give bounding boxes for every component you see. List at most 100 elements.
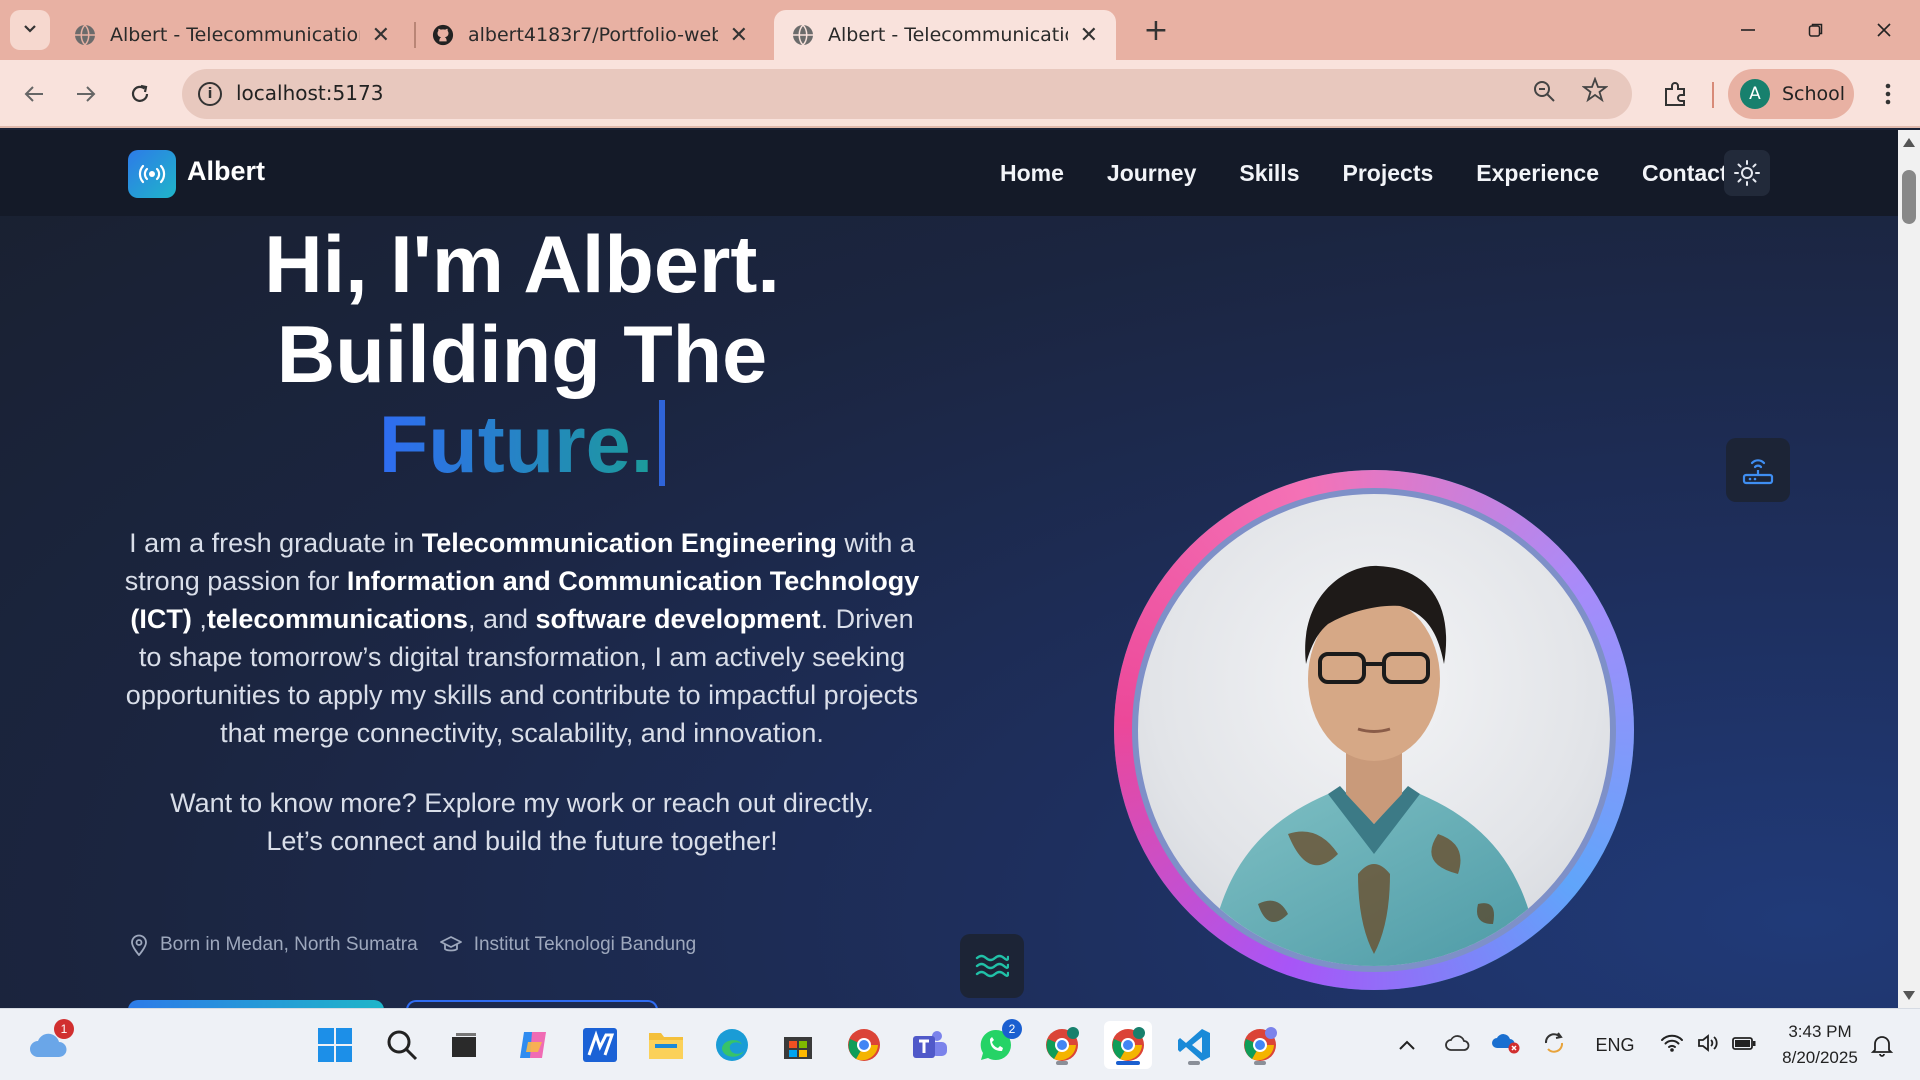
floating-router-button[interactable] <box>1726 438 1790 502</box>
chevron-up-icon[interactable] <box>1390 1035 1424 1056</box>
arrow-left-icon <box>24 86 43 102</box>
copilot-icon <box>520 1032 546 1058</box>
restore-button[interactable] <box>1786 10 1846 50</box>
teams-icon <box>913 1031 947 1058</box>
headline-line-3: Future. <box>110 400 934 490</box>
nav-projects[interactable]: Projects <box>1343 160 1434 187</box>
scroll-thumb[interactable] <box>1902 170 1916 224</box>
system-tray: ENG <box>1390 1009 1762 1080</box>
italic-m-app-icon <box>583 1028 617 1062</box>
microsoft-store-app[interactable] <box>774 1021 822 1069</box>
volume-icon[interactable] <box>1690 1033 1726 1058</box>
page-scrollbar[interactable] <box>1898 130 1920 1008</box>
tab-2[interactable]: albert4183r7/Portfolio-website ✕ <box>414 10 766 60</box>
language-indicator[interactable]: ENG <box>1586 1035 1644 1056</box>
close-icon <box>1877 23 1891 37</box>
cta-paragraph: Want to know more? Explore my work or re… <box>170 788 874 856</box>
minimize-button[interactable] <box>1718 10 1778 50</box>
tab-3-active[interactable]: Albert - Telecommunications Engineer ✕ <box>774 10 1116 60</box>
nav-experience[interactable]: Experience <box>1476 160 1599 187</box>
clock-date: 8/20/2025 <box>1782 1048 1858 1067</box>
running-indicator <box>1188 1061 1200 1065</box>
theme-toggle-button[interactable] <box>1724 150 1770 196</box>
task-view-icon <box>452 1033 476 1057</box>
close-window-button[interactable] <box>1854 10 1914 50</box>
tab-title: Albert - Telecommunications Engineer <box>110 24 360 46</box>
reload-button[interactable] <box>120 74 160 114</box>
floating-wave-button[interactable] <box>960 934 1024 998</box>
vscode-app[interactable] <box>1170 1021 1218 1069</box>
url-text[interactable]: localhost:5173 <box>236 81 383 105</box>
browser-menu-button[interactable] <box>1876 74 1900 114</box>
close-icon[interactable]: ✕ <box>1080 23 1098 48</box>
profile-button[interactable]: A School <box>1728 69 1854 119</box>
sun-icon <box>1734 160 1760 186</box>
chrome-profile-app-1[interactable] <box>1038 1021 1086 1069</box>
notification-badge: 1 <box>54 1019 74 1039</box>
weather-widget[interactable]: 1 <box>24 1019 74 1069</box>
birthplace-item: Born in Medan, North Sumatra <box>130 934 418 956</box>
wifi-icon[interactable] <box>1654 1033 1690 1058</box>
taskbar-search-button[interactable] <box>378 1021 426 1069</box>
primary-cta-button[interactable] <box>128 1000 384 1008</box>
broadcast-logo-icon[interactable] <box>128 150 176 198</box>
back-button[interactable] <box>14 74 54 114</box>
close-icon[interactable]: ✕ <box>730 23 748 48</box>
hero-meta: Born in Medan, North Sumatra Institut Te… <box>130 934 718 956</box>
site-info-icon[interactable]: i <box>198 82 222 106</box>
minimize-icon <box>1741 29 1755 31</box>
start-button[interactable] <box>311 1021 359 1069</box>
nav-skills[interactable]: Skills <box>1239 160 1299 187</box>
scroll-down-arrow[interactable] <box>1903 991 1915 1000</box>
chrome-profile-app-active[interactable] <box>1104 1021 1152 1069</box>
copilot-app[interactable] <box>510 1021 558 1069</box>
profile-photo-frame <box>1114 470 1634 990</box>
tab-search-button[interactable] <box>10 10 50 50</box>
intro-paragraph: I am a fresh graduate in Telecommunicati… <box>124 528 920 748</box>
nav-journey[interactable]: Journey <box>1107 160 1196 187</box>
task-view-button[interactable] <box>440 1021 488 1069</box>
avatar: A <box>1740 79 1770 109</box>
whatsapp-app[interactable]: 2 <box>972 1019 1022 1069</box>
nav-home[interactable]: Home <box>1000 160 1064 187</box>
toolbar-separator <box>1712 82 1714 108</box>
system-clock[interactable]: 3:43 PM 8/20/2025 <box>1770 1019 1870 1071</box>
nav-contact[interactable]: Contact <box>1642 160 1728 187</box>
forward-button[interactable] <box>66 74 106 114</box>
onedrive-icon[interactable] <box>1434 1034 1482 1057</box>
reload-icon <box>131 84 149 102</box>
app-mathpix[interactable] <box>576 1021 624 1069</box>
sync-icon[interactable] <box>1530 1030 1578 1061</box>
onedrive-error-icon[interactable] <box>1482 1032 1530 1059</box>
map-pin-icon <box>131 934 147 956</box>
extensions-button[interactable] <box>1655 74 1695 114</box>
birthplace-text: Born in Medan, North Sumatra <box>160 934 418 955</box>
tab-1[interactable]: Albert - Telecommunications Engineer ✕ <box>56 10 408 60</box>
edge-icon <box>716 1029 748 1061</box>
headline-accent-word: Future. <box>378 400 654 490</box>
browser-toolbar: i localhost:5173 A School <box>0 60 1920 128</box>
new-tab-button[interactable]: + <box>1138 12 1174 48</box>
bell-icon <box>1870 1036 1894 1057</box>
chrome-app[interactable] <box>840 1021 888 1069</box>
running-indicator <box>1056 1061 1068 1065</box>
profile-photo <box>1132 488 1616 972</box>
file-explorer-app[interactable] <box>642 1021 690 1069</box>
globe-icon <box>792 24 814 46</box>
battery-icon[interactable] <box>1726 1034 1762 1057</box>
bookmark-star-icon[interactable] <box>1581 76 1609 110</box>
secondary-cta-button[interactable] <box>406 1000 658 1008</box>
brand-name[interactable]: Albert <box>187 156 265 187</box>
folder-icon <box>649 1033 683 1059</box>
scroll-up-arrow[interactable] <box>1903 138 1915 147</box>
close-icon[interactable]: ✕ <box>372 23 390 48</box>
teams-app[interactable] <box>906 1021 954 1069</box>
router-icon <box>1742 459 1774 485</box>
chrome-profile-app-2[interactable] <box>1236 1021 1284 1069</box>
zoom-icon[interactable] <box>1532 79 1556 111</box>
tab-title: Albert - Telecommunications Engineer <box>828 24 1068 46</box>
edge-browser-app[interactable] <box>708 1021 756 1069</box>
notifications-button[interactable] <box>1864 1021 1900 1069</box>
address-bar[interactable]: i localhost:5173 <box>182 69 1632 119</box>
hero-headline: Hi, I'm Albert. Building The Future. <box>110 220 934 490</box>
